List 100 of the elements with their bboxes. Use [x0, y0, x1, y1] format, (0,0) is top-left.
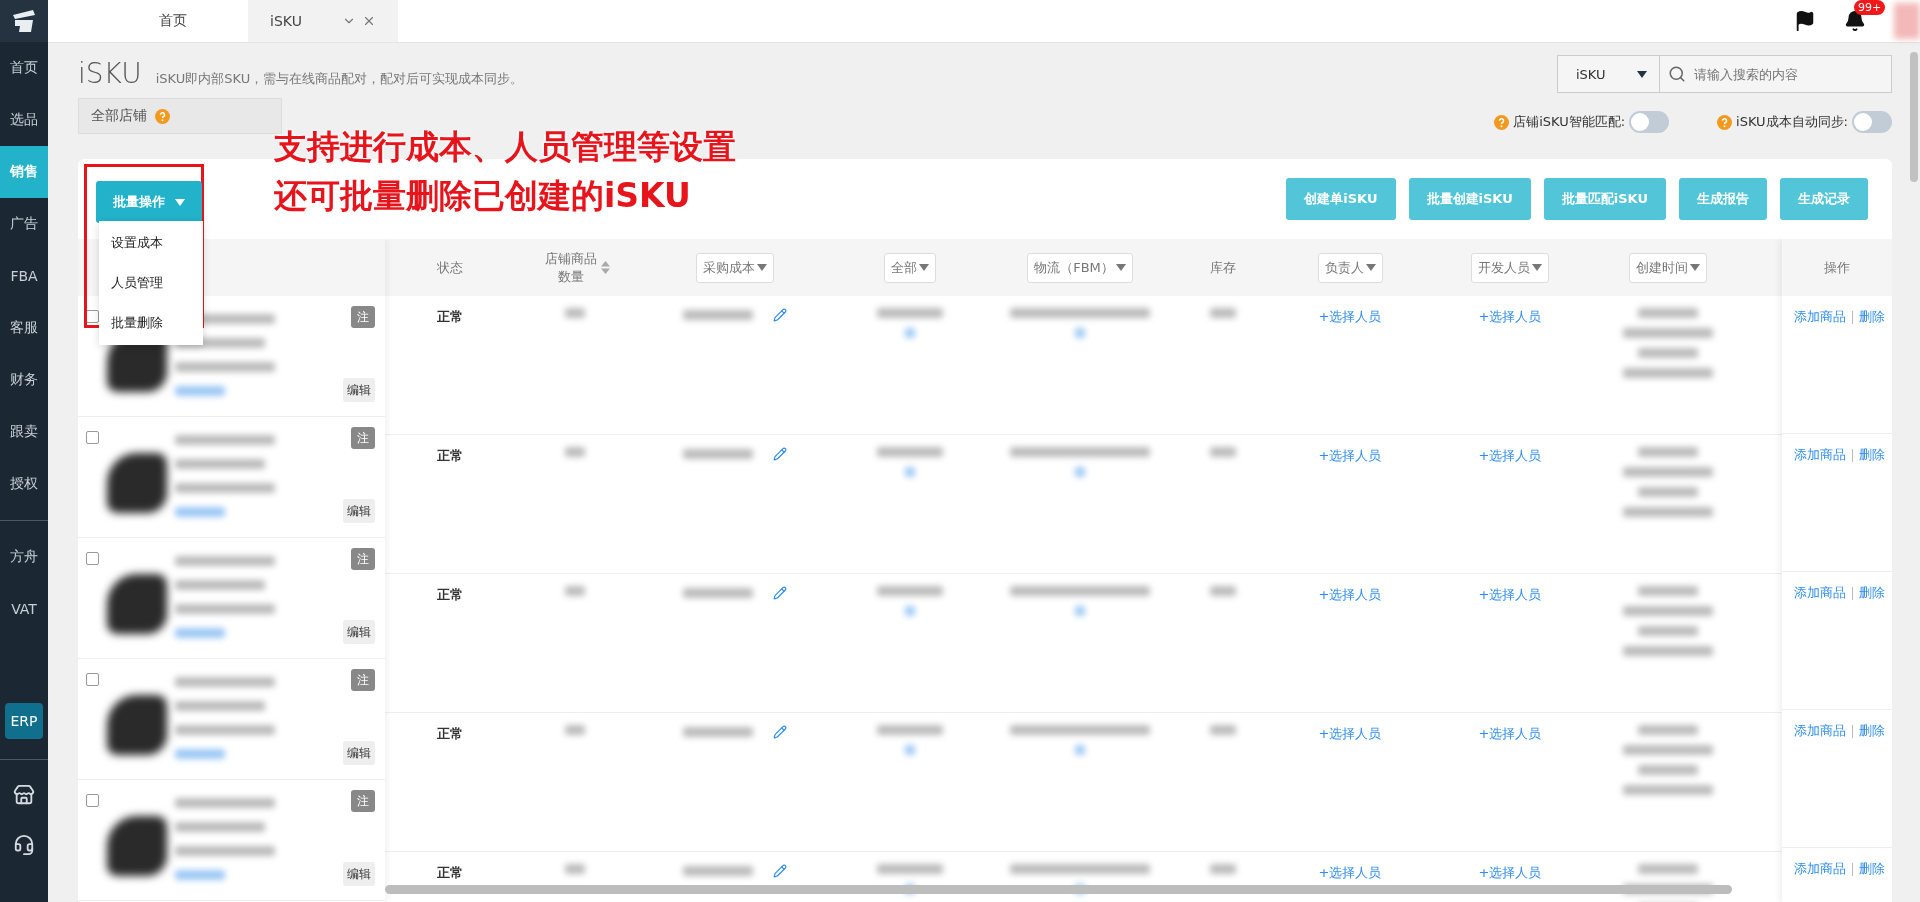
- sidebar-item[interactable]: 跟卖: [0, 406, 48, 458]
- sidebar-item[interactable]: 选品: [0, 94, 48, 146]
- edit-icon[interactable]: [773, 864, 787, 878]
- sidebar-item[interactable]: 广告: [0, 198, 48, 250]
- row-action-link[interactable]: 删除: [1859, 722, 1885, 740]
- scrollbar[interactable]: [1910, 52, 1918, 182]
- action-button[interactable]: 创建单iSKU: [1286, 178, 1396, 220]
- note-button[interactable]: 注: [351, 427, 375, 449]
- select-person-link[interactable]: +选择人员: [1478, 864, 1542, 882]
- note-button[interactable]: 注: [351, 790, 375, 812]
- edit-button[interactable]: 编辑: [343, 378, 375, 402]
- row-action-link[interactable]: 添加商品: [1794, 308, 1846, 326]
- column-header: 店铺商品数量: [543, 249, 598, 286]
- bell-icon[interactable]: [1844, 10, 1866, 32]
- blurred-icon: [1075, 745, 1085, 755]
- edit-icon[interactable]: [773, 725, 787, 739]
- select-person-link[interactable]: +选择人员: [1478, 586, 1542, 604]
- sidebar-item[interactable]: VAT: [0, 583, 48, 635]
- blurred-text: [565, 447, 585, 457]
- sidebar-item[interactable]: 方舟: [0, 531, 48, 583]
- select-person-link[interactable]: +选择人员: [1478, 447, 1542, 465]
- select-person-link[interactable]: +选择人员: [1318, 447, 1382, 465]
- toggle-switch[interactable]: [1629, 111, 1670, 133]
- column-filter[interactable]: 负责人: [1317, 252, 1383, 283]
- select-person-link[interactable]: +选择人员: [1318, 725, 1382, 743]
- search-scope-select[interactable]: iSKU: [1557, 55, 1660, 93]
- blurred-text: [1209, 447, 1236, 457]
- search-field[interactable]: 请输入搜索的内容: [1692, 65, 1891, 83]
- toggle-label: iSKU成本自动同步:: [1736, 113, 1848, 131]
- select-person-link[interactable]: +选择人员: [1318, 864, 1382, 882]
- note-button[interactable]: 注: [351, 669, 375, 691]
- sidebar-item[interactable]: 客服: [0, 302, 48, 354]
- blurred-icon: [1075, 606, 1085, 616]
- select-person-link[interactable]: +选择人员: [1478, 725, 1542, 743]
- row-checkbox[interactable]: [86, 794, 99, 807]
- select-person-link[interactable]: +选择人员: [1318, 586, 1382, 604]
- blurred-text: [683, 588, 753, 598]
- column-filter[interactable]: 开发人员: [1471, 252, 1549, 283]
- edit-icon[interactable]: [773, 586, 787, 600]
- edit-icon[interactable]: [773, 447, 787, 461]
- flag-icon[interactable]: [1794, 10, 1816, 32]
- menu-item[interactable]: 设置成本: [99, 223, 203, 263]
- sidebar-item[interactable]: 销售: [0, 146, 48, 198]
- toggle-switch[interactable]: [1852, 111, 1892, 133]
- caret-icon: [1689, 264, 1700, 271]
- help-icon: [1494, 114, 1510, 130]
- row-action-link[interactable]: 删除: [1859, 308, 1885, 326]
- status-text: 正常: [437, 308, 463, 326]
- row-checkbox[interactable]: [86, 552, 99, 565]
- row-action-link[interactable]: 添加商品: [1794, 446, 1846, 464]
- scrollbar[interactable]: [385, 885, 1732, 894]
- column-filter[interactable]: 全部: [884, 252, 936, 283]
- column-filter[interactable]: 创建时间: [1628, 252, 1707, 283]
- select-person-link[interactable]: +选择人员: [1478, 308, 1542, 326]
- sidebar-item[interactable]: 授权: [0, 458, 48, 510]
- action-button[interactable]: 生成记录: [1780, 178, 1868, 220]
- row-action-link[interactable]: 删除: [1859, 584, 1885, 602]
- row-action-link[interactable]: 添加商品: [1794, 722, 1846, 740]
- headset-icon[interactable]: [13, 834, 35, 856]
- action-button[interactable]: 批量匹配iSKU: [1543, 178, 1666, 220]
- action-button[interactable]: 批量创建iSKU: [1408, 178, 1531, 220]
- edit-button[interactable]: 编辑: [343, 499, 375, 523]
- menu-item[interactable]: 批量删除: [99, 303, 203, 343]
- search-box[interactable]: 请输入搜索的内容: [1660, 55, 1892, 93]
- column-filter[interactable]: 物流（FBM）: [1027, 252, 1133, 283]
- store-filter[interactable]: 全部店铺: [78, 98, 282, 134]
- row-checkbox[interactable]: [86, 431, 99, 444]
- blurred-text: [565, 586, 585, 596]
- edit-button[interactable]: 编辑: [343, 620, 375, 644]
- blurred-text: [683, 866, 753, 876]
- edit-icon[interactable]: [773, 308, 787, 322]
- erp-button[interactable]: ERP: [5, 703, 43, 739]
- edit-button[interactable]: 编辑: [343, 862, 375, 886]
- blurred-text: [877, 864, 943, 874]
- blurred-text: [1209, 586, 1236, 596]
- note-button[interactable]: 注: [351, 548, 375, 570]
- action-button[interactable]: 生成报告: [1679, 178, 1767, 220]
- menu-item[interactable]: 人员管理: [99, 263, 203, 303]
- tab[interactable]: iSKU: [248, 0, 398, 42]
- sidebar-item[interactable]: 财务: [0, 354, 48, 406]
- status-text: 正常: [437, 447, 463, 465]
- status-text: 正常: [437, 586, 463, 604]
- page-title: iSKU: [78, 57, 142, 90]
- status-text: 正常: [437, 864, 463, 882]
- sort-icon[interactable]: [600, 261, 610, 274]
- edit-button[interactable]: 编辑: [343, 741, 375, 765]
- logo-icon[interactable]: [11, 9, 37, 33]
- bulk-actions-button[interactable]: 批量操作: [96, 181, 202, 223]
- row-action-link[interactable]: 添加商品: [1794, 584, 1846, 602]
- store-icon[interactable]: [13, 784, 35, 806]
- row-action-link[interactable]: 添加商品: [1794, 860, 1846, 878]
- sidebar-item[interactable]: FBA: [0, 250, 48, 302]
- sidebar-item[interactable]: 首页: [0, 42, 48, 94]
- row-action-link[interactable]: 删除: [1859, 446, 1885, 464]
- row-action-link[interactable]: 删除: [1859, 860, 1885, 878]
- blurred-text: [1637, 487, 1698, 497]
- note-button[interactable]: 注: [351, 306, 375, 328]
- select-person-link[interactable]: +选择人员: [1318, 308, 1382, 326]
- column-filter[interactable]: 采购成本: [696, 252, 774, 283]
- row-checkbox[interactable]: [86, 673, 99, 686]
